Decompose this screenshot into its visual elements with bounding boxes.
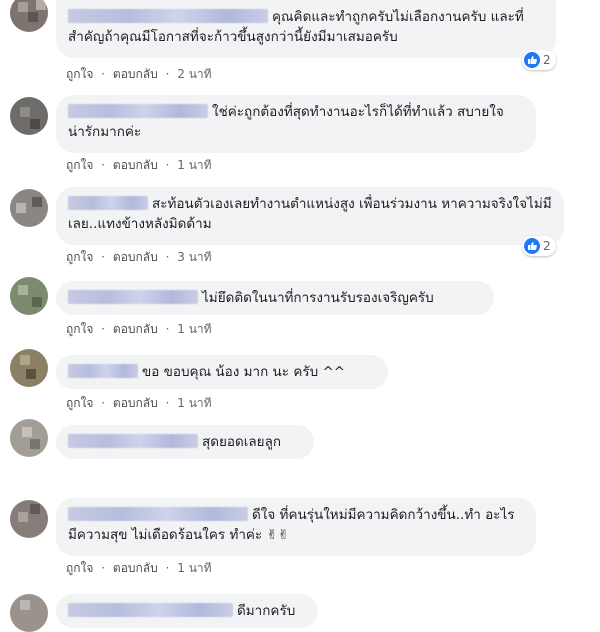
commenter-name[interactable]	[68, 364, 138, 378]
timestamp[interactable]: 1 นาที	[177, 561, 211, 575]
separator: ·	[165, 322, 170, 336]
comment-actions: ถูกใจ · ตอบกลับ · 1 นาที	[66, 560, 216, 576]
timestamp[interactable]: 2 นาที	[177, 67, 211, 81]
reply-link[interactable]: ตอบกลับ	[113, 67, 158, 81]
separator: ·	[165, 250, 170, 264]
separator: ·	[101, 250, 106, 264]
reaction-count[interactable]: 2	[522, 236, 556, 256]
like-link[interactable]: ถูกใจ	[66, 158, 93, 172]
avatar[interactable]	[10, 594, 48, 632]
reply-link[interactable]: ตอบกลับ	[113, 561, 158, 575]
timestamp[interactable]: 1 นาที	[177, 322, 211, 336]
comment-bubble: คุณคิดและทำถูกครับไม่เลือกงานครับ และที่…	[56, 0, 556, 58]
comment-actions: ถูกใจ · ตอบกลับ · 1 นาที	[66, 321, 216, 337]
avatar[interactable]	[10, 189, 48, 227]
separator: ·	[165, 158, 170, 172]
timestamp[interactable]: 3 นาที	[177, 250, 211, 264]
avatar[interactable]	[10, 419, 48, 457]
reply-link[interactable]: ตอบกลับ	[113, 396, 158, 410]
commenter-name[interactable]	[68, 104, 208, 118]
reply-link[interactable]: ตอบกลับ	[113, 158, 158, 172]
reply-link[interactable]: ตอบกลับ	[113, 322, 158, 336]
reaction-number: 2	[543, 239, 551, 253]
like-link[interactable]: ถูกใจ	[66, 396, 93, 410]
avatar[interactable]	[10, 349, 48, 387]
separator: ·	[165, 67, 170, 81]
comment-text: ดีมากครับ	[237, 603, 296, 619]
like-link[interactable]: ถูกใจ	[66, 322, 93, 336]
separator: ·	[101, 67, 106, 81]
avatar[interactable]	[10, 0, 48, 32]
timestamp[interactable]: 1 นาที	[177, 396, 211, 410]
commenter-name[interactable]	[68, 196, 148, 210]
comment-text: สุดยอดเลยลูก	[202, 434, 282, 450]
timestamp[interactable]: 1 นาที	[177, 158, 211, 172]
like-link[interactable]: ถูกใจ	[66, 561, 93, 575]
like-reaction-icon	[524, 238, 540, 254]
comment-bubble: สุดยอดเลยลูก	[56, 425, 314, 459]
comment-bubble: ขอ ขอบคุณ น้อง มาก นะ ครับ ^^	[56, 355, 388, 389]
comment-actions: ถูกใจ · ตอบกลับ · 2 นาที	[66, 66, 216, 82]
reaction-number: 2	[543, 53, 551, 67]
separator: ·	[101, 158, 106, 172]
comment-text: ไม่ยึดติดในนาที่การงานรับรองเจริญครับ	[202, 290, 434, 306]
comment-bubble: ไม่ยึดติดในนาที่การงานรับรองเจริญครับ	[56, 281, 494, 315]
separator: ·	[165, 561, 170, 575]
commenter-name[interactable]	[68, 290, 198, 304]
commenter-name[interactable]	[68, 434, 198, 448]
like-reaction-icon	[524, 52, 540, 68]
commenter-name[interactable]	[68, 603, 233, 617]
comment-bubble: ใช่ค่ะถูกต้องที่สุดทำงานอะไรก็ได้ที่ทำแล…	[56, 95, 536, 153]
commenter-name[interactable]	[68, 9, 268, 23]
reply-link[interactable]: ตอบกลับ	[113, 250, 158, 264]
separator: ·	[165, 396, 170, 410]
separator: ·	[101, 322, 106, 336]
reaction-count[interactable]: 2	[522, 50, 556, 70]
avatar[interactable]	[10, 97, 48, 135]
comment-actions: ถูกใจ · ตอบกลับ · 1 นาที	[66, 157, 216, 173]
comment-text: ขอ ขอบคุณ น้อง มาก นะ ครับ ^^	[142, 364, 346, 380]
comment-actions: ถูกใจ · ตอบกลับ · 3 นาที	[66, 249, 216, 265]
comment-bubble: สะท้อนตัวเองเลยทำงานตำแหน่งสูง เพื่อนร่ว…	[56, 187, 564, 245]
like-link[interactable]: ถูกใจ	[66, 250, 93, 264]
commenter-name[interactable]	[68, 507, 248, 521]
comment-bubble: ดีใจ ที่คนรุ่นใหม่มีความคิดกว้างขึ้น..ทำ…	[56, 498, 536, 556]
avatar[interactable]	[10, 500, 48, 538]
separator: ·	[101, 561, 106, 575]
comment-bubble: ดีมากครับ	[56, 594, 318, 628]
avatar[interactable]	[10, 277, 48, 315]
comment-actions: ถูกใจ · ตอบกลับ · 1 นาที	[66, 395, 216, 411]
separator: ·	[101, 396, 106, 410]
like-link[interactable]: ถูกใจ	[66, 67, 93, 81]
